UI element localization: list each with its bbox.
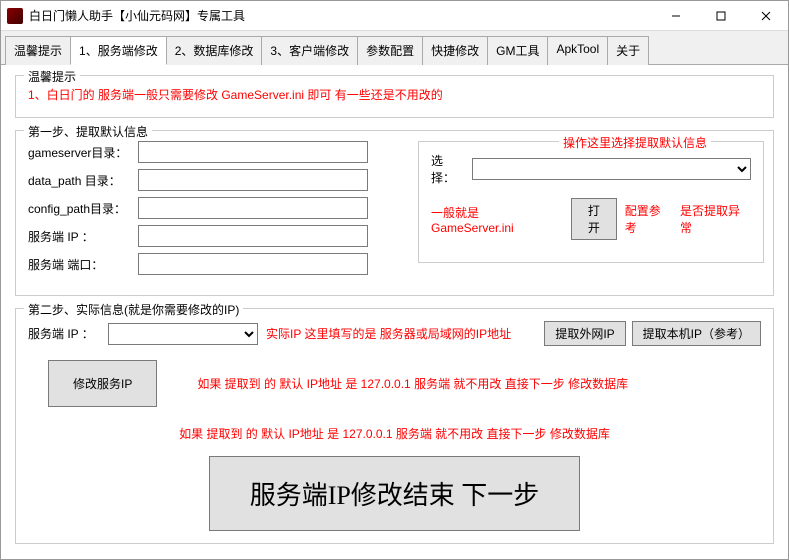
serverport-input[interactable] — [138, 253, 368, 275]
serverport-label: 服务端 端口： — [28, 256, 138, 273]
tab-hint[interactable]: 温馨提示 — [5, 36, 71, 65]
configpath-input[interactable] — [138, 197, 368, 219]
step1-right-legend: 操作这里选择提取默认信息 — [559, 134, 711, 151]
tab-gm-tool[interactable]: GM工具 — [487, 36, 548, 65]
step1-left: gameserver目录： data_path 目录： config_path目… — [28, 141, 388, 281]
minimize-button[interactable] — [653, 1, 698, 31]
tab-apktool[interactable]: ApkTool — [547, 36, 608, 65]
step2-note2: 如果 提取到 的 默认 IP地址 是 127.0.0.1 服务端 就不用改 直接… — [28, 425, 761, 442]
tab-content: 温馨提示 1、白日门的 服务端一般只需要修改 GameServer.ini 即可… — [1, 65, 788, 554]
app-icon — [7, 8, 23, 24]
real-ip-note: 实际IP 这里填写的是 服务器或局域网的IP地址 — [266, 325, 544, 342]
step1-group: 第一步、提取默认信息 gameserver目录： data_path 目录： c… — [15, 130, 774, 296]
ini-suffix: 是否提取异常 — [680, 202, 751, 236]
maximize-button[interactable] — [698, 1, 743, 31]
next-step-button[interactable]: 服务端IP修改结束 下一步 — [209, 456, 581, 531]
hint-group: 温馨提示 1、白日门的 服务端一般只需要修改 GameServer.ini 即可… — [15, 75, 774, 118]
tab-strip: 温馨提示 1、服务端修改 2、数据库修改 3、客户端修改 参数配置 快捷修改 G… — [1, 31, 788, 65]
gameserver-label: gameserver目录： — [28, 144, 138, 161]
ini-prefix: 一般就是 GameServer.ini — [431, 204, 563, 235]
open-button[interactable]: 打开 — [571, 198, 617, 240]
serverip-label: 服务端 IP ： — [28, 228, 138, 245]
step2-legend: 第二步、实际信息(就是你需要修改的IP) — [24, 301, 243, 318]
serverip-input[interactable] — [138, 225, 368, 247]
tab-server-modify[interactable]: 1、服务端修改 — [70, 36, 167, 65]
datapath-label: data_path 目录： — [28, 172, 138, 189]
select-label: 选择： — [431, 152, 466, 186]
get-local-ip-button[interactable]: 提取本机IP（参考） — [632, 321, 761, 346]
datapath-input[interactable] — [138, 169, 368, 191]
titlebar-left: 白日门懒人助手【小仙元码网】专属工具 — [7, 7, 245, 24]
modify-server-ip-button[interactable]: 修改服务IP — [48, 360, 157, 407]
tab-about[interactable]: 关于 — [607, 36, 649, 65]
step2-note1: 如果 提取到 的 默认 IP地址 是 127.0.0.1 服务端 就不用改 直接… — [197, 375, 628, 392]
get-wan-ip-button[interactable]: 提取外网IP — [544, 321, 625, 346]
step1-right-box: 操作这里选择提取默认信息 选择： 一般就是 GameServer.ini 打开 … — [418, 141, 764, 263]
ini-mid: 配置参考 — [625, 202, 672, 236]
tab-client-modify[interactable]: 3、客户端修改 — [261, 36, 358, 65]
hint-legend: 温馨提示 — [24, 68, 80, 85]
configpath-label: config_path目录： — [28, 200, 138, 217]
step1-legend: 第一步、提取默认信息 — [24, 123, 152, 140]
tab-param-config[interactable]: 参数配置 — [357, 36, 423, 65]
select-ini[interactable] — [472, 158, 751, 180]
step2-group: 第二步、实际信息(就是你需要修改的IP) 服务端 IP ： 实际IP 这里填写的… — [15, 308, 774, 544]
tab-db-modify[interactable]: 2、数据库修改 — [166, 36, 263, 65]
window-title: 白日门懒人助手【小仙元码网】专属工具 — [29, 7, 245, 24]
titlebar: 白日门懒人助手【小仙元码网】专属工具 — [1, 1, 788, 31]
window-controls — [653, 1, 788, 31]
step1-right: 操作这里选择提取默认信息 选择： 一般就是 GameServer.ini 打开 … — [418, 141, 764, 281]
close-button[interactable] — [743, 1, 788, 31]
tab-quick-modify[interactable]: 快捷修改 — [422, 36, 488, 65]
step2-serverip-label: 服务端 IP ： — [28, 325, 108, 342]
hint-text: 1、白日门的 服务端一般只需要修改 GameServer.ini 即可 有一些还… — [28, 86, 761, 103]
gameserver-input[interactable] — [138, 141, 368, 163]
step2-serverip-select[interactable] — [108, 323, 258, 345]
